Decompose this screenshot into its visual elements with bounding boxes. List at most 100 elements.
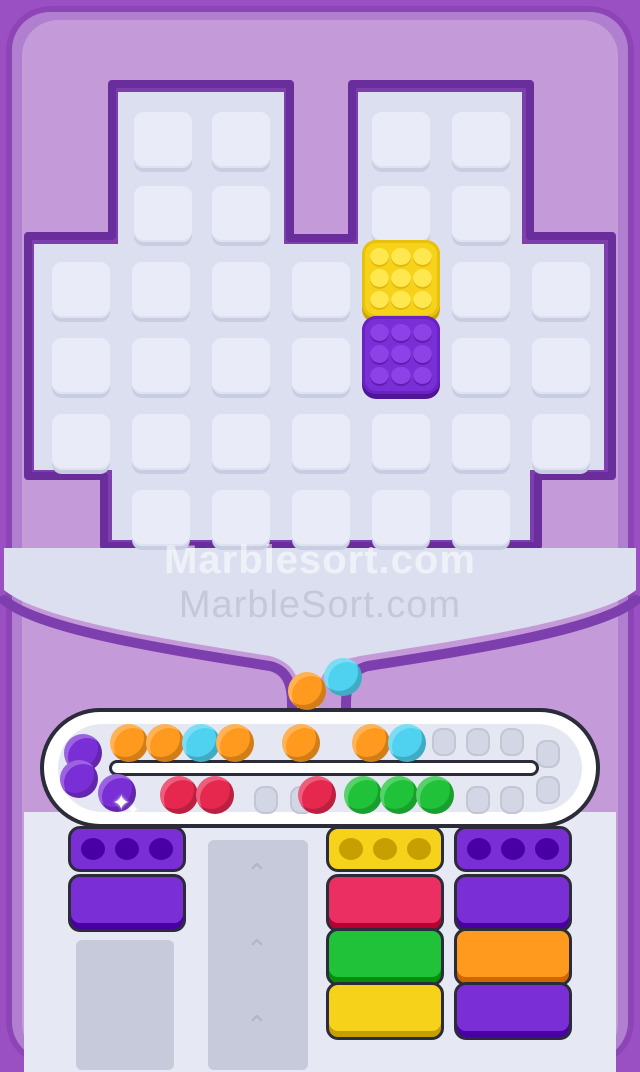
conveyor-marble — [298, 776, 336, 814]
peg — [412, 324, 432, 344]
grid-cell — [212, 338, 270, 394]
container-hole — [339, 838, 363, 860]
grid-cell — [532, 338, 590, 394]
peg — [370, 248, 390, 268]
conveyor-marble — [352, 724, 390, 762]
container-hole — [373, 838, 397, 860]
container-hole — [115, 838, 139, 860]
grid-cell — [452, 414, 510, 470]
up-arrow-icon: ⌃ — [246, 1010, 268, 1040]
conveyor-marble — [196, 776, 234, 814]
sparkle-icon: ✦ — [126, 802, 140, 819]
empty-slot — [536, 776, 560, 804]
peg — [370, 345, 390, 365]
watermark-primary: Marblesort.com — [164, 538, 476, 582]
grid-cell — [292, 262, 350, 318]
grid-cell — [452, 112, 510, 168]
empty-slot — [466, 728, 490, 756]
container-tray[interactable] — [454, 982, 572, 1040]
peg — [412, 248, 432, 268]
grid-cell — [532, 262, 590, 318]
grid-cell — [292, 414, 350, 470]
container-tray[interactable] — [454, 928, 572, 986]
peg — [391, 366, 411, 386]
peg — [370, 290, 390, 310]
container-tray[interactable] — [326, 874, 444, 932]
grid-cell — [452, 262, 510, 318]
conveyor-marble — [380, 776, 418, 814]
grid-cell — [132, 338, 190, 394]
empty-slot — [500, 786, 524, 814]
grid-cell — [132, 414, 190, 470]
grid-cell — [372, 186, 430, 242]
peg — [412, 269, 432, 289]
conveyor-marble — [282, 724, 320, 762]
grid-cell — [132, 262, 190, 318]
empty-slot — [500, 728, 524, 756]
peg — [391, 324, 411, 344]
lane-left — [76, 940, 174, 1070]
lane-middle: ⌃ ⌃ ⌃ — [208, 840, 308, 1070]
grid-cell — [134, 186, 192, 242]
container-hole — [81, 838, 105, 860]
grid-cell — [212, 186, 270, 242]
grid-cell — [212, 414, 270, 470]
grid-cell — [212, 262, 270, 318]
conveyor-marble — [182, 724, 220, 762]
container-hole — [535, 838, 559, 860]
queue-marble — [288, 672, 326, 710]
container-hole — [501, 838, 525, 860]
grid-cell — [134, 112, 192, 168]
grid-cell — [52, 262, 110, 318]
container-hole — [407, 838, 431, 860]
grid-cell — [212, 112, 270, 168]
peg — [370, 324, 390, 344]
peg — [370, 269, 390, 289]
peg — [370, 366, 390, 386]
container-tray[interactable] — [326, 928, 444, 986]
container-lid[interactable] — [68, 826, 186, 872]
queue-marble — [324, 658, 362, 696]
grid-cell — [532, 414, 590, 470]
peg — [391, 290, 411, 310]
empty-slot — [254, 786, 278, 814]
conveyor-divider — [112, 763, 536, 773]
purple-pin-block[interactable] — [362, 316, 440, 394]
conveyor-marble — [110, 724, 148, 762]
peg — [391, 345, 411, 365]
peg — [391, 269, 411, 289]
watermark-secondary: MarbleSort.com — [178, 584, 462, 626]
up-arrow-icon: ⌃ — [246, 934, 268, 964]
conveyor-marble — [416, 776, 454, 814]
container-lid[interactable] — [454, 826, 572, 872]
empty-slot — [536, 740, 560, 768]
conveyor-marble — [60, 760, 98, 798]
container-tray[interactable] — [326, 982, 444, 1040]
conveyor-marble — [160, 776, 198, 814]
up-arrow-icon: ⌃ — [246, 858, 268, 888]
empty-slot — [432, 728, 456, 756]
peg — [412, 366, 432, 386]
container-tray[interactable] — [454, 874, 572, 932]
grid-cell — [372, 112, 430, 168]
grid-cell — [52, 338, 110, 394]
conveyor-marble — [388, 724, 426, 762]
grid-cell — [52, 414, 110, 470]
conveyor-marble — [146, 724, 184, 762]
peg — [412, 290, 432, 310]
empty-slot — [466, 786, 490, 814]
game-screen: Marblesort.com MarbleSort.com ⌃ ⌃ ⌃ ✦ ✦ — [0, 0, 640, 1072]
grid-cell — [452, 338, 510, 394]
grid-cell — [292, 338, 350, 394]
grid-cell — [372, 414, 430, 470]
container-hole — [467, 838, 491, 860]
conveyor-marble — [216, 724, 254, 762]
conveyor-marble — [344, 776, 382, 814]
container-tray[interactable] — [68, 874, 186, 932]
container-hole — [149, 838, 173, 860]
peg — [412, 345, 432, 365]
peg — [391, 248, 411, 268]
container-lid[interactable] — [326, 826, 444, 872]
grid-cell — [452, 186, 510, 242]
yellow-pin-block[interactable] — [362, 240, 440, 318]
